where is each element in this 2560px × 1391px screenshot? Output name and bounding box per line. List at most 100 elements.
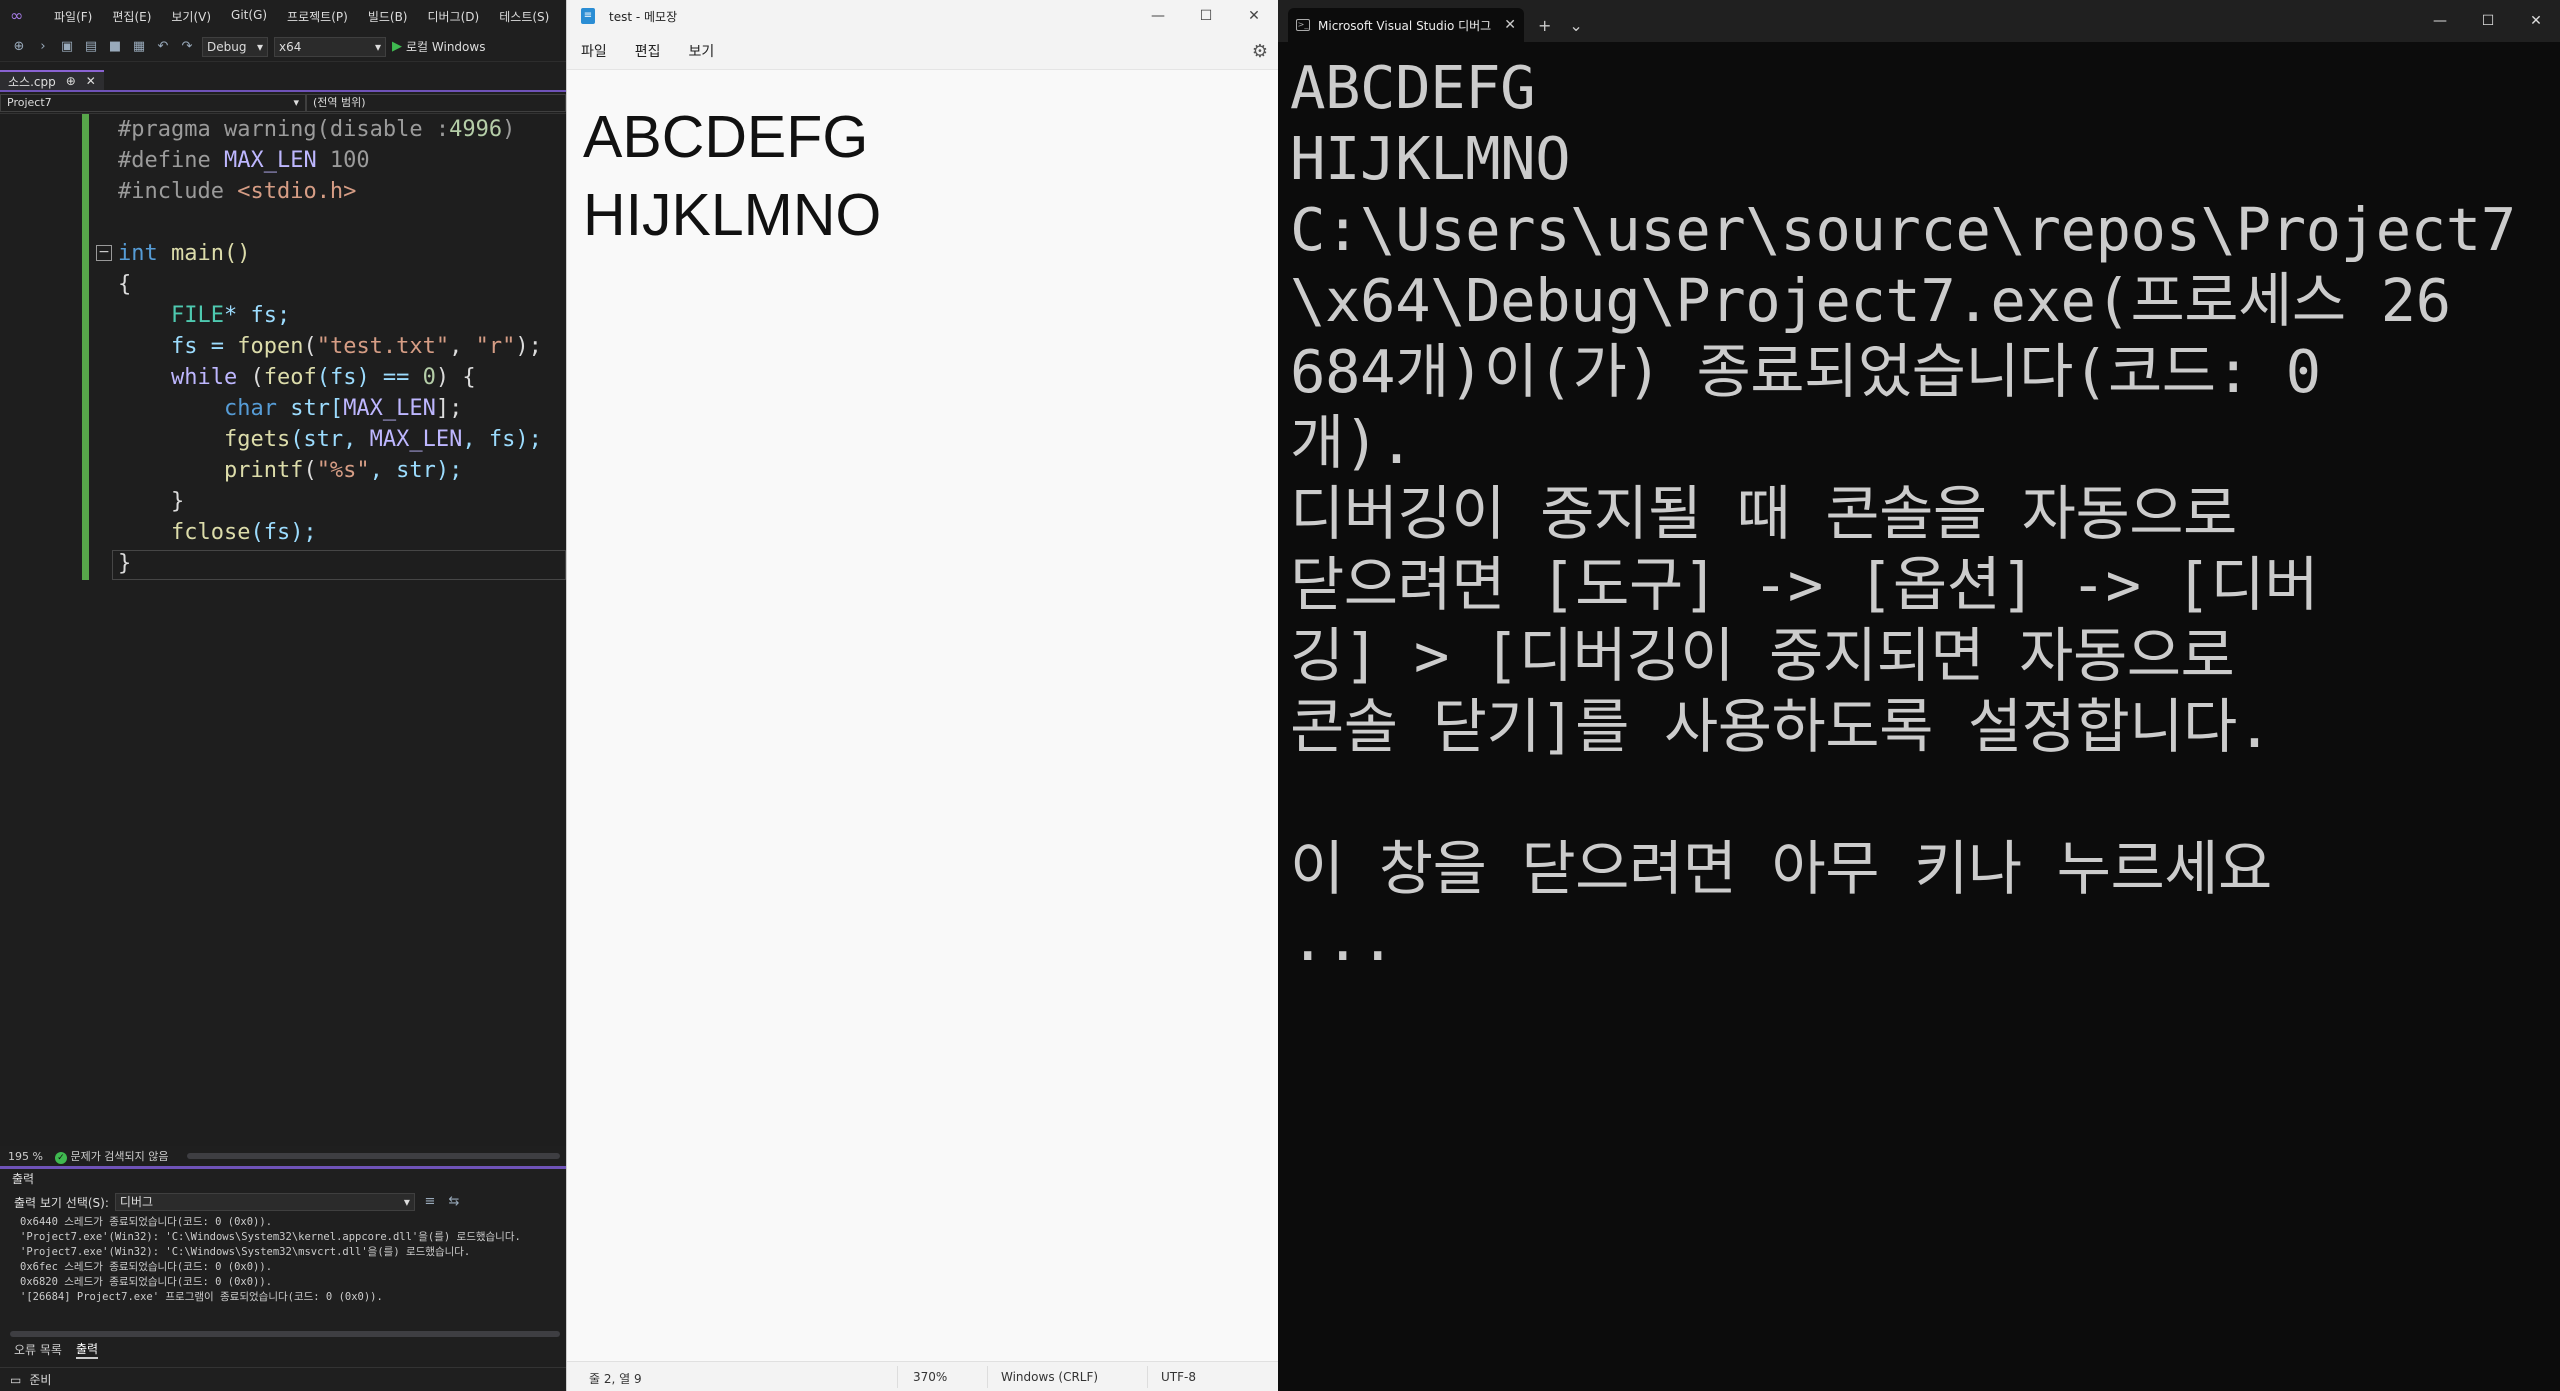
code-line: fgets(str, MAX_LEN, fs); <box>118 427 542 452</box>
redo-icon[interactable]: ↷ <box>178 38 196 56</box>
console-icon: >_ <box>1296 19 1310 31</box>
output-line: 0x6440 스레드가 종료되었습니다(코드: 0 (0x0)). <box>20 1216 273 1228</box>
visual-studio-logo-icon[interactable]: ∞ <box>10 6 32 26</box>
terminal-tab-title: Microsoft Visual Studio 디버그 <box>1318 18 1492 33</box>
chevron-down-icon: ▾ <box>374 39 381 54</box>
output-line: 0x6fec 스레드가 종료되었습니다(코드: 0 (0x0)). <box>20 1261 273 1273</box>
text-line: HIJKLMNO <box>583 182 882 248</box>
code-line: char str[MAX_LEN]; <box>118 396 463 421</box>
open-folder-icon[interactable]: ▤ <box>82 38 100 56</box>
menu-view[interactable]: 보기(V) <box>161 8 221 25</box>
run-label: 로컬 Windows <box>406 40 486 54</box>
window-controls: — ☐ ✕ <box>1134 0 1278 32</box>
menu-git[interactable]: Git(G) <box>221 8 277 25</box>
vs-toolbar: ⊕ › ▣ ▤ ■ ▦ ↶ ↷ Debug ▾ x64 ▾ ▶ 로컬 Windo… <box>0 32 566 62</box>
notepad-menubar: 파일 편집 보기 ⚙ <box>567 32 1278 70</box>
close-icon[interactable]: ✕ <box>2512 0 2560 42</box>
scope-select[interactable]: (전역 범위) <box>306 94 566 112</box>
output-source-select[interactable]: 디버그 ▾ <box>114 1193 415 1211</box>
notepad-text-area[interactable]: ABCDEFG HIJKLMNO <box>567 70 1278 254</box>
close-icon[interactable]: ✕ <box>86 74 96 88</box>
close-icon[interactable]: ✕ <box>1230 0 1278 32</box>
maximize-icon[interactable]: ☐ <box>1182 0 1230 32</box>
menu-file[interactable]: 파일 <box>581 41 607 61</box>
menu-view[interactable]: 보기 <box>689 41 715 61</box>
issues-indicator[interactable]: ✓ 문제가 검색되지 않음 <box>54 1148 169 1164</box>
platform-select[interactable]: x64 ▾ <box>274 36 386 57</box>
chevron-down-icon: ▾ <box>256 39 263 54</box>
window-controls: — ☐ ✕ <box>2416 0 2560 42</box>
word-wrap-icon[interactable]: ⇆ <box>445 1193 463 1211</box>
minimize-icon[interactable]: — <box>2416 0 2464 42</box>
code-line: } <box>118 551 132 576</box>
terminal-line: 콘솔 닫기]를 사용하도록 설정합니다. <box>1290 692 2272 761</box>
tab-source-cpp[interactable]: 소스.cpp ⊕ ✕ <box>0 70 104 90</box>
terminal-line: ABCDEFG <box>1290 53 1536 122</box>
terminal-line: 닫으려면 [도구] -> [옵션] -> [디버 <box>1290 550 2319 619</box>
status-divider <box>1147 1366 1148 1388</box>
terminal-line: 684개)이(가) 종료되었습니다(코드: 0 <box>1290 337 2321 406</box>
zoom-level[interactable]: 195 % <box>8 1150 43 1163</box>
menu-file[interactable]: 파일(F) <box>44 8 102 25</box>
forward-icon[interactable]: › <box>34 38 52 56</box>
output-text: 0x6440 스레드가 종료되었습니다(코드: 0 (0x0)). 'Proje… <box>0 1215 566 1305</box>
document-tabs: 소스.cpp ⊕ ✕ <box>0 70 566 92</box>
code-line: } <box>118 489 185 514</box>
terminal-output[interactable]: ABCDEFG HIJKLMNO C:\Users\user\source\re… <box>1278 42 2560 975</box>
menu-test[interactable]: 테스트(S) <box>489 8 559 25</box>
project-value: Project7 <box>7 96 52 109</box>
menu-edit[interactable]: 편집 <box>635 41 661 61</box>
menu-edit[interactable]: 편집(E) <box>102 8 161 25</box>
chevron-down-icon: ▾ <box>403 1195 410 1209</box>
code-line: #pragma warning(disable :4996) <box>118 117 516 142</box>
status-divider <box>897 1366 898 1388</box>
tab-output[interactable]: 출력 <box>75 1340 99 1359</box>
horizontal-scrollbar[interactable] <box>186 1153 560 1159</box>
output-line: 'Project7.exe'(Win32): 'C:\Windows\Syste… <box>20 1231 521 1243</box>
menu-debug[interactable]: 디버그(D) <box>418 8 490 25</box>
tab-error-list[interactable]: 오류 목록 <box>14 1341 62 1358</box>
close-icon[interactable]: ✕ <box>1504 17 1516 33</box>
bottom-tool-tabs: 오류 목록 출력 <box>0 1338 566 1360</box>
settings-gear-icon[interactable]: ⚙ <box>1252 41 1268 62</box>
code-line: fclose(fs); <box>118 520 317 545</box>
menu-build[interactable]: 빌드(B) <box>358 8 418 25</box>
collapse-icon[interactable]: − <box>96 245 112 261</box>
navigation-bar: Project7 ▾ (전역 범위) <box>0 94 566 114</box>
code-line: fs = fopen("test.txt", "r"); <box>118 334 542 359</box>
undo-icon[interactable]: ↶ <box>154 38 172 56</box>
vs-status-bar: ▭ 준비 <box>0 1367 566 1391</box>
save-icon[interactable]: ■ <box>106 38 124 56</box>
editor-status-bar: 195 % ✓ 문제가 검색되지 않음 <box>0 1146 566 1166</box>
chevron-down-icon[interactable]: ⌄ <box>1569 16 1582 35</box>
terminal-tabbar: >_ Microsoft Visual Studio 디버그 ✕ + ⌄ — ☐… <box>1278 0 2560 42</box>
back-icon[interactable]: ⊕ <box>10 38 28 56</box>
maximize-icon[interactable]: ☐ <box>2464 0 2512 42</box>
new-item-icon[interactable]: ▣ <box>58 38 76 56</box>
plus-icon[interactable]: + <box>1538 16 1551 35</box>
output-panel: 출력 출력 보기 선택(S): 디버그 ▾ ≡ ⇆ 0x6440 스레드가 종료… <box>0 1166 566 1362</box>
clear-all-icon[interactable]: ≡ <box>421 1193 439 1211</box>
menu-project[interactable]: 프로젝트(P) <box>277 8 358 25</box>
terminal-line: 깅] > [디버깅이 중지되면 자동으로 <box>1290 621 2235 690</box>
code-editor[interactable]: − #pragma warning(disable :4996) #define… <box>0 114 566 1146</box>
output-source-value: 디버그 <box>119 1195 154 1209</box>
configuration-select[interactable]: Debug ▾ <box>202 36 268 57</box>
chevron-down-icon: ▾ <box>293 96 299 109</box>
scope-value: (전역 범위) <box>313 96 366 109</box>
run-button[interactable]: ▶ 로컬 Windows <box>392 38 485 55</box>
line-ending: Windows (CRLF) <box>1001 1370 1099 1384</box>
change-tracking-bar <box>82 114 89 580</box>
pin-icon[interactable]: ⊕ <box>66 74 76 88</box>
terminal-line: HIJKLMNO <box>1290 124 1571 193</box>
code-line: while (feof(fs) == 0) { <box>118 365 476 390</box>
minimize-icon[interactable]: — <box>1134 0 1182 32</box>
terminal-tab[interactable]: >_ Microsoft Visual Studio 디버그 ✕ <box>1288 8 1524 42</box>
code-line: int main() <box>118 241 251 266</box>
output-scrollbar[interactable] <box>10 1331 560 1337</box>
code-line: printf("%s", str); <box>118 458 463 483</box>
save-all-icon[interactable]: ▦ <box>130 38 148 56</box>
project-select[interactable]: Project7 ▾ <box>0 94 306 112</box>
output-line: 0x6820 스레드가 종료되었습니다(코드: 0 (0x0)). <box>20 1276 273 1288</box>
